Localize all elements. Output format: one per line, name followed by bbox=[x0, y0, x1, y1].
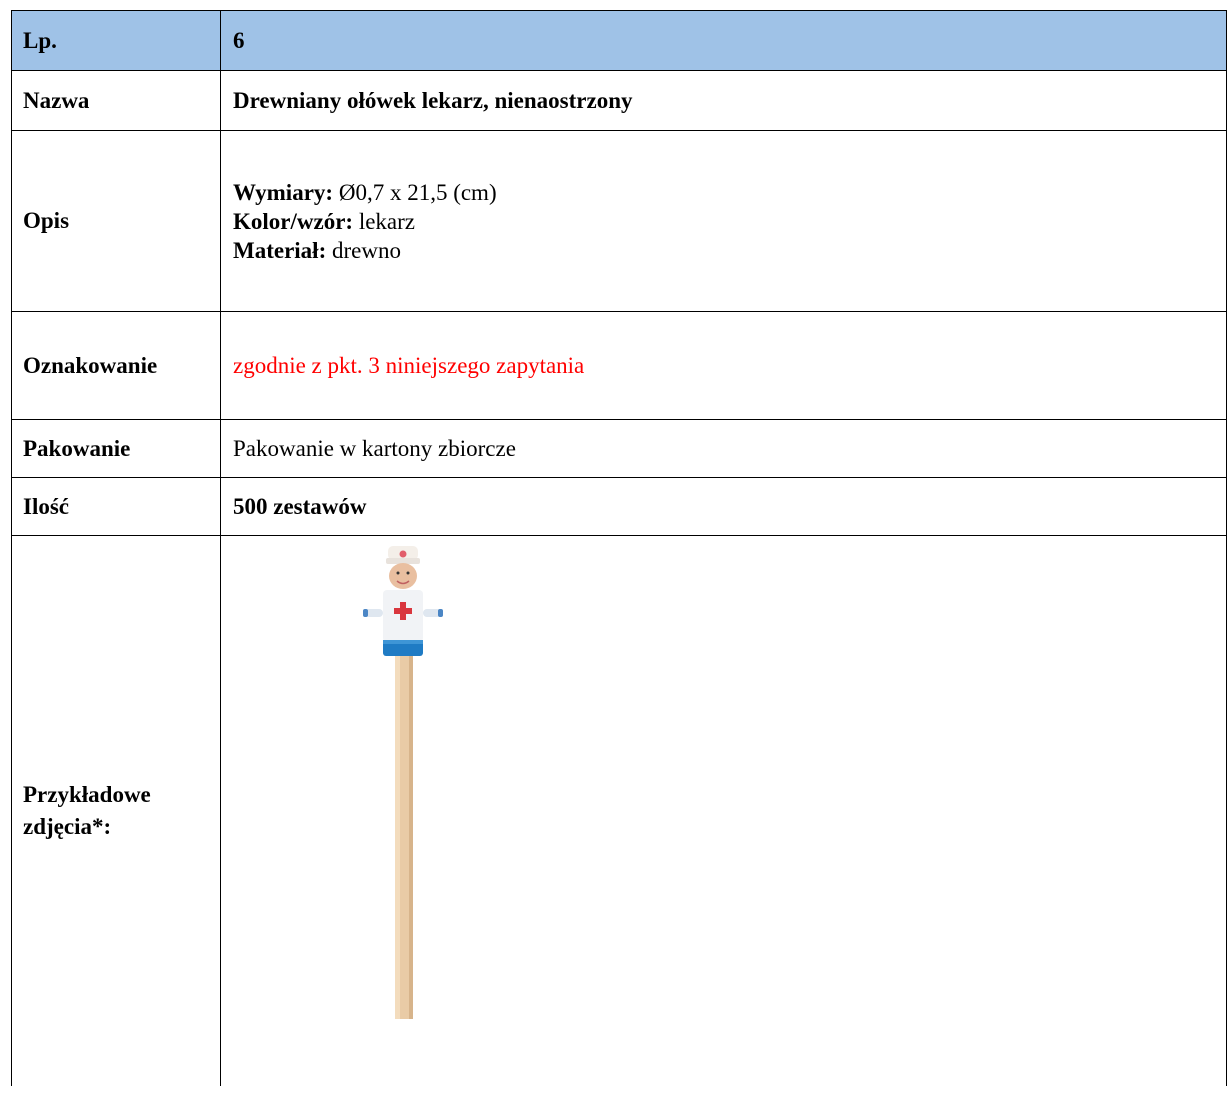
desc-material-value: drewno bbox=[326, 237, 401, 263]
row-oznakowanie: Oznakowanie zgodnie z pkt. 3 niniejszego… bbox=[11, 311, 1227, 420]
opis-value: Wymiary: Ø0,7 x 21,5 (cm) Kolor/wzór: le… bbox=[220, 130, 1227, 312]
oznakowanie-label: Oznakowanie bbox=[11, 311, 221, 420]
desc-material: Materiał: drewno bbox=[233, 236, 1226, 265]
desc-dimensions-key: Wymiary: bbox=[233, 179, 334, 205]
row-nazwa: Nazwa Drewniany ołówek lekarz, nienaostr… bbox=[11, 70, 1227, 131]
row-zdjecia: Przykładowe zdjęcia*: bbox=[11, 535, 1227, 1086]
row-lp: Lp. 6 bbox=[11, 10, 1227, 71]
ilosc-value: 500 zestawów bbox=[220, 477, 1227, 536]
desc-color-value: lekarz bbox=[353, 208, 416, 234]
desc-dimensions: Wymiary: Ø0,7 x 21,5 (cm) bbox=[233, 178, 1226, 207]
row-pakowanie: Pakowanie Pakowanie w kartony zbiorcze bbox=[11, 419, 1227, 478]
pakowanie-value: Pakowanie w kartony zbiorcze bbox=[220, 419, 1227, 478]
lp-label: Lp. bbox=[11, 10, 221, 71]
row-opis: Opis Wymiary: Ø0,7 x 21,5 (cm) Kolor/wzó… bbox=[11, 130, 1227, 312]
zdjecia-value bbox=[220, 535, 1227, 1086]
opis-label: Opis bbox=[11, 130, 221, 312]
desc-dimensions-value: Ø0,7 x 21,5 (cm) bbox=[333, 179, 497, 205]
desc-material-key: Materiał: bbox=[233, 237, 327, 263]
ilosc-label: Ilość bbox=[11, 477, 221, 536]
zdjecia-label: Przykładowe zdjęcia*: bbox=[11, 535, 221, 1086]
pakowanie-label: Pakowanie bbox=[11, 419, 221, 478]
row-ilosc: Ilość 500 zestawów bbox=[11, 477, 1227, 536]
product-spec-table: Lp. 6 Nazwa Drewniany ołówek lekarz, nie… bbox=[11, 10, 1227, 1086]
desc-color: Kolor/wzór: lekarz bbox=[233, 207, 1226, 236]
oznakowanie-value: zgodnie z pkt. 3 niniejszego zapytania bbox=[220, 311, 1227, 420]
doctor-pencil-image bbox=[363, 546, 443, 1019]
desc-color-key: Kolor/wzór: bbox=[233, 208, 354, 234]
lp-value: 6 bbox=[220, 10, 1227, 71]
nazwa-value: Drewniany ołówek lekarz, nienaostrzony bbox=[220, 70, 1227, 131]
nazwa-label: Nazwa bbox=[11, 70, 221, 131]
